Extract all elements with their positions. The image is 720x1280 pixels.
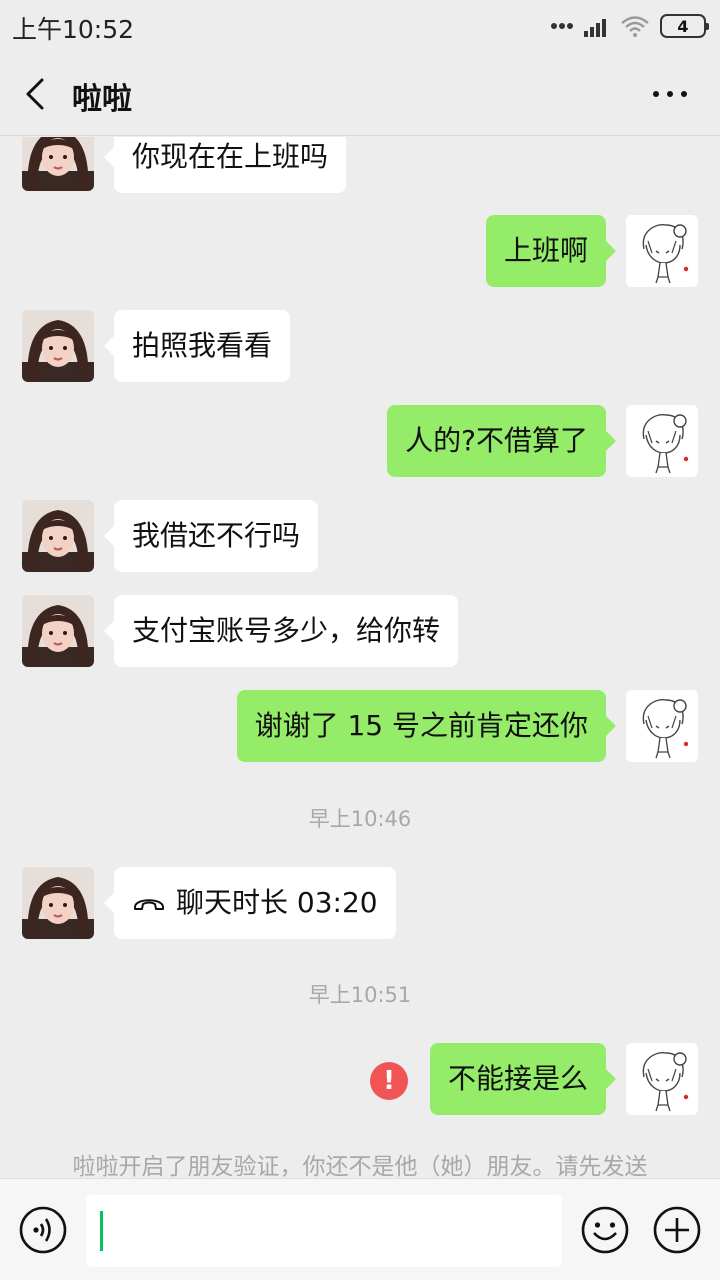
voice-icon[interactable]: [18, 1205, 68, 1255]
sent-message[interactable]: 不能接是么: [429, 1043, 617, 1115]
contact-avatar[interactable]: [22, 595, 94, 667]
received-message[interactable]: 拍照我看看: [103, 310, 291, 382]
contact-avatar[interactable]: [22, 137, 94, 191]
wifi-icon: [621, 16, 649, 37]
ellipsis-icon: [551, 23, 573, 29]
more-dots-icon[interactable]: [650, 82, 690, 106]
send-failed-icon[interactable]: !: [370, 1062, 408, 1100]
received-message[interactable]: 支付宝账号多少，给你转: [103, 595, 459, 667]
nav-bar: 啦啦: [0, 52, 720, 136]
page-title: 啦啦: [72, 82, 132, 117]
my-avatar[interactable]: [626, 405, 698, 477]
emoji-icon[interactable]: [580, 1205, 630, 1255]
received-message[interactable]: 你现在在上班吗: [103, 137, 347, 193]
sent-message[interactable]: 人的?不借算了: [387, 405, 616, 477]
chevron-left-icon[interactable]: [18, 74, 58, 114]
sent-message[interactable]: 上班啊: [485, 215, 617, 287]
message-timestamp: 早上10:46: [308, 807, 412, 831]
message-timestamp: 早上10:51: [308, 983, 412, 1007]
my-avatar[interactable]: [626, 215, 698, 287]
sent-message[interactable]: 谢谢了 15 号之前肯定还你: [236, 690, 617, 762]
battery-icon: 4: [660, 14, 709, 38]
phone-hangup-icon: [134, 899, 164, 910]
signal-icon: [584, 19, 606, 37]
plus-icon[interactable]: [652, 1205, 702, 1255]
call-duration: 聊天时长 03:20: [176, 886, 378, 919]
text-caret: [100, 1211, 103, 1251]
status-bar: 上午10:52 4: [0, 0, 720, 52]
input-bar: [0, 1178, 720, 1280]
contact-avatar[interactable]: [22, 867, 94, 939]
chat-area[interactable]: 你现在在上班吗 上班啊 拍照我看看 人的?不借算了 我借还不行吗 支付宝账号多少…: [0, 137, 720, 1178]
status-icons: 4: [550, 12, 709, 40]
my-avatar[interactable]: [626, 1043, 698, 1115]
voice-call-record[interactable]: 聊天时长 03:20: [104, 867, 396, 939]
my-avatar[interactable]: [626, 690, 698, 762]
friend-verification-notice: 啦啦开启了朋友验证，你还不是他（她）朋友。请先发送: [72, 1154, 648, 1178]
message-input[interactable]: [86, 1195, 562, 1267]
status-time: 上午10:52: [12, 15, 135, 44]
received-message[interactable]: 我借还不行吗: [103, 500, 319, 572]
contact-avatar[interactable]: [22, 500, 94, 572]
contact-avatar[interactable]: [22, 310, 94, 382]
